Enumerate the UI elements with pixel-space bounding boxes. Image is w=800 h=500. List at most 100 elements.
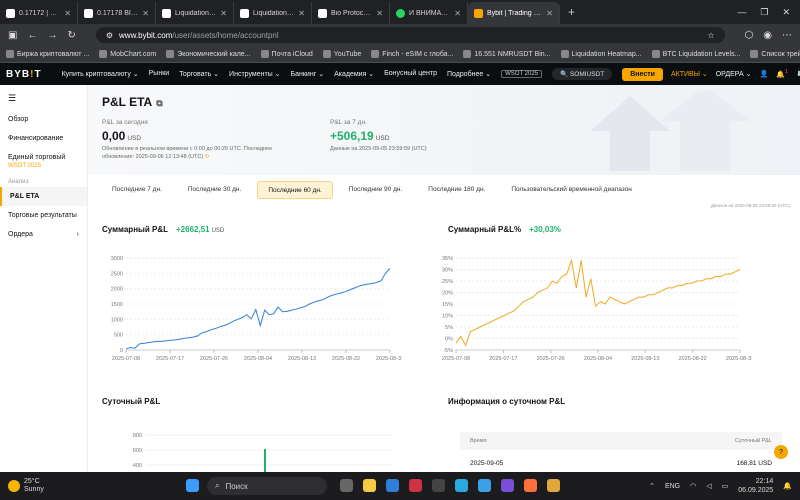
star-icon[interactable]: ☆	[707, 31, 714, 40]
tab-close-icon[interactable]: ✕	[298, 9, 305, 18]
notification-icon[interactable]: 🔔	[783, 482, 792, 490]
url-input[interactable]: ⚙ www.bybit.com/user/assets/home/account…	[95, 27, 725, 43]
nav-item[interactable]: Банкинг ⌄	[291, 70, 325, 78]
nav-item[interactable]: Подробнее ⌄	[447, 70, 491, 78]
windows-taskbar: 25°C Sunny ⌕ Поиск ⌃ ENG ◠ ◁ ▭ 22:14 06.09.…	[0, 472, 800, 500]
telegram-icon[interactable]	[478, 479, 491, 492]
clock[interactable]: 22:14 06.09.2025	[738, 477, 773, 495]
period-tab[interactable]: Последние 7 дн.	[102, 181, 172, 199]
x-tick-label: 2025-08-22	[332, 356, 360, 362]
nav-item[interactable]: Рынки	[149, 70, 170, 78]
user-icon[interactable]: 👤	[759, 70, 768, 78]
download-icon[interactable]: ⬇	[796, 70, 800, 78]
profile-icon[interactable]: ◉	[763, 30, 772, 41]
sidebar-toggle-icon[interactable]: ▣	[8, 30, 17, 41]
nav-item[interactable]: Инструменты ⌄	[229, 70, 280, 78]
weather-widget[interactable]: 25°C Sunny	[0, 478, 180, 494]
chevron-up-icon[interactable]: ⌃	[649, 482, 655, 490]
back-icon[interactable]: ←	[27, 30, 37, 41]
browser-tab[interactable]: 0.17172 | Трейдинг ✕	[0, 2, 78, 24]
refresh-icon[interactable]: ↻	[205, 154, 210, 160]
reload-icon[interactable]: ↻	[67, 30, 75, 41]
y-tick-label: 1000	[111, 317, 123, 323]
bookmarks-bar: Биржа криптовалют ... MobChart.com Экономи…	[0, 46, 800, 63]
hamburger-icon[interactable]: ☰	[0, 85, 87, 110]
bookmark-item[interactable]: Список трейнеров	[750, 50, 800, 58]
bookmark-item[interactable]: YouTube	[322, 50, 361, 58]
sidebar-item-pnl[interactable]: P&L ETA	[0, 187, 87, 206]
maximize-icon[interactable]: ❐	[760, 7, 768, 18]
task-view-icon[interactable]	[340, 479, 353, 492]
period-tab[interactable]: Последние 60 дн.	[257, 181, 333, 199]
sidebar-item-funding[interactable]: Финансирование	[0, 129, 87, 148]
period-tab[interactable]: Последние 180 дн.	[418, 181, 495, 199]
bookmark-item[interactable]: Биржа криптовалют ...	[6, 50, 89, 58]
bookmark-item[interactable]: Liquidation Heatmap...	[560, 50, 642, 58]
app2-icon[interactable]	[432, 479, 445, 492]
sidebar-item-orders[interactable]: Ордера ›	[0, 225, 87, 244]
nav-item[interactable]: Академия ⌄	[334, 70, 374, 78]
tab-close-icon[interactable]: ✕	[142, 9, 149, 18]
period-tab[interactable]: Последние 30 дн.	[178, 181, 251, 199]
nav-search[interactable]: 🔍 SOMIUSDT	[552, 68, 613, 80]
onenote-icon[interactable]	[501, 479, 514, 492]
sidebar-item-trade-results[interactable]: Торговые результаты	[0, 206, 87, 225]
taskbar-search[interactable]: ⌕ Поиск	[207, 477, 327, 495]
app-icon[interactable]	[409, 479, 422, 492]
tab-close-icon[interactable]: ✕	[64, 9, 71, 18]
deposit-button[interactable]: Внести	[622, 67, 663, 81]
browser-tab[interactable]: Liquidation Heatmap ✕	[156, 2, 234, 24]
windows-icon[interactable]	[186, 479, 199, 492]
browser-tab[interactable]: Bio Protocol (BIO) C ✕	[312, 2, 390, 24]
chevron-right-icon: ›	[76, 231, 79, 238]
period-tab[interactable]: Последние 90 дн.	[339, 181, 412, 199]
external-link-icon[interactable]: ⧉	[156, 98, 162, 108]
bell-icon[interactable]: 🔔1	[776, 69, 788, 78]
menu-icon[interactable]: ⋯	[782, 30, 792, 41]
app3-icon[interactable]	[547, 479, 560, 492]
bookmark-item[interactable]: MobChart.com	[99, 50, 156, 58]
tab-title: Bio Protocol (BIO) C	[331, 9, 372, 17]
forward-icon[interactable]: →	[47, 30, 57, 41]
battery-icon[interactable]: ▭	[722, 482, 729, 490]
tab-close-icon[interactable]: ✕	[546, 9, 553, 18]
bookmark-item[interactable]: Finch - eSIM с глоба...	[371, 50, 453, 58]
tab-close-icon[interactable]: ✕	[454, 9, 461, 18]
nav-item[interactable]: Торговать ⌄	[179, 70, 219, 78]
nav-item[interactable]: Купить криптовалюту ⌄	[62, 70, 139, 78]
tab-close-icon[interactable]: ✕	[376, 9, 383, 18]
browser-tab[interactable]: Liquidation Heatmap ✕	[234, 2, 312, 24]
firefox-icon[interactable]	[524, 479, 537, 492]
chat-support-icon[interactable]: ?	[774, 445, 788, 459]
bookmark-item[interactable]: Почта iCloud	[260, 50, 313, 58]
browser-tab[interactable]: 0.17178 BIOUSDT Bybit ✕	[78, 2, 156, 24]
tab-close-icon[interactable]: ✕	[220, 9, 227, 18]
browser-tab[interactable]: Bybit | Trading Platform ✕	[468, 2, 560, 24]
wsot-badge[interactable]: WSOT 2025	[501, 70, 543, 78]
new-tab-button[interactable]: +	[560, 5, 583, 19]
explorer-icon[interactable]	[363, 479, 376, 492]
bookmark-item[interactable]: BTC Liquidation Levels...	[651, 50, 740, 58]
extensions-icon[interactable]: ⬡	[745, 30, 754, 41]
y-tick-label: 600	[133, 448, 142, 454]
close-window-icon[interactable]: ✕	[782, 7, 790, 18]
minimize-icon[interactable]: —	[737, 7, 746, 18]
nav-orders[interactable]: ОРДЕРА ⌄	[716, 70, 752, 78]
edge-icon[interactable]	[455, 479, 468, 492]
start-button[interactable]	[186, 479, 199, 492]
wifi-icon[interactable]: ◠	[690, 482, 696, 490]
bybit-logo[interactable]: BYB!T	[6, 69, 42, 80]
browser-tab[interactable]: И ВНИМАТЕЛЬНЫЙ ✕	[390, 2, 468, 24]
volume-icon[interactable]: ◁	[706, 482, 711, 490]
week-pnl-value: +506,19 USD	[330, 129, 390, 143]
nav-item[interactable]: Бонусный центр	[384, 70, 437, 78]
nav-assets[interactable]: АКТИВЫ ⌄	[671, 70, 708, 78]
store-icon[interactable]	[386, 479, 399, 492]
site-info-icon[interactable]: ⚙	[106, 31, 113, 40]
bookmark-item[interactable]: Экономический кале...	[166, 50, 251, 58]
period-tab[interactable]: Пользовательский временной диапазон	[501, 181, 642, 199]
series-line	[455, 258, 741, 347]
bookmark-item[interactable]: 16.551 NMRUSDT Bin...	[463, 50, 551, 58]
language-indicator[interactable]: ENG	[665, 483, 680, 490]
sidebar-item-overview[interactable]: Обзор	[0, 110, 87, 129]
